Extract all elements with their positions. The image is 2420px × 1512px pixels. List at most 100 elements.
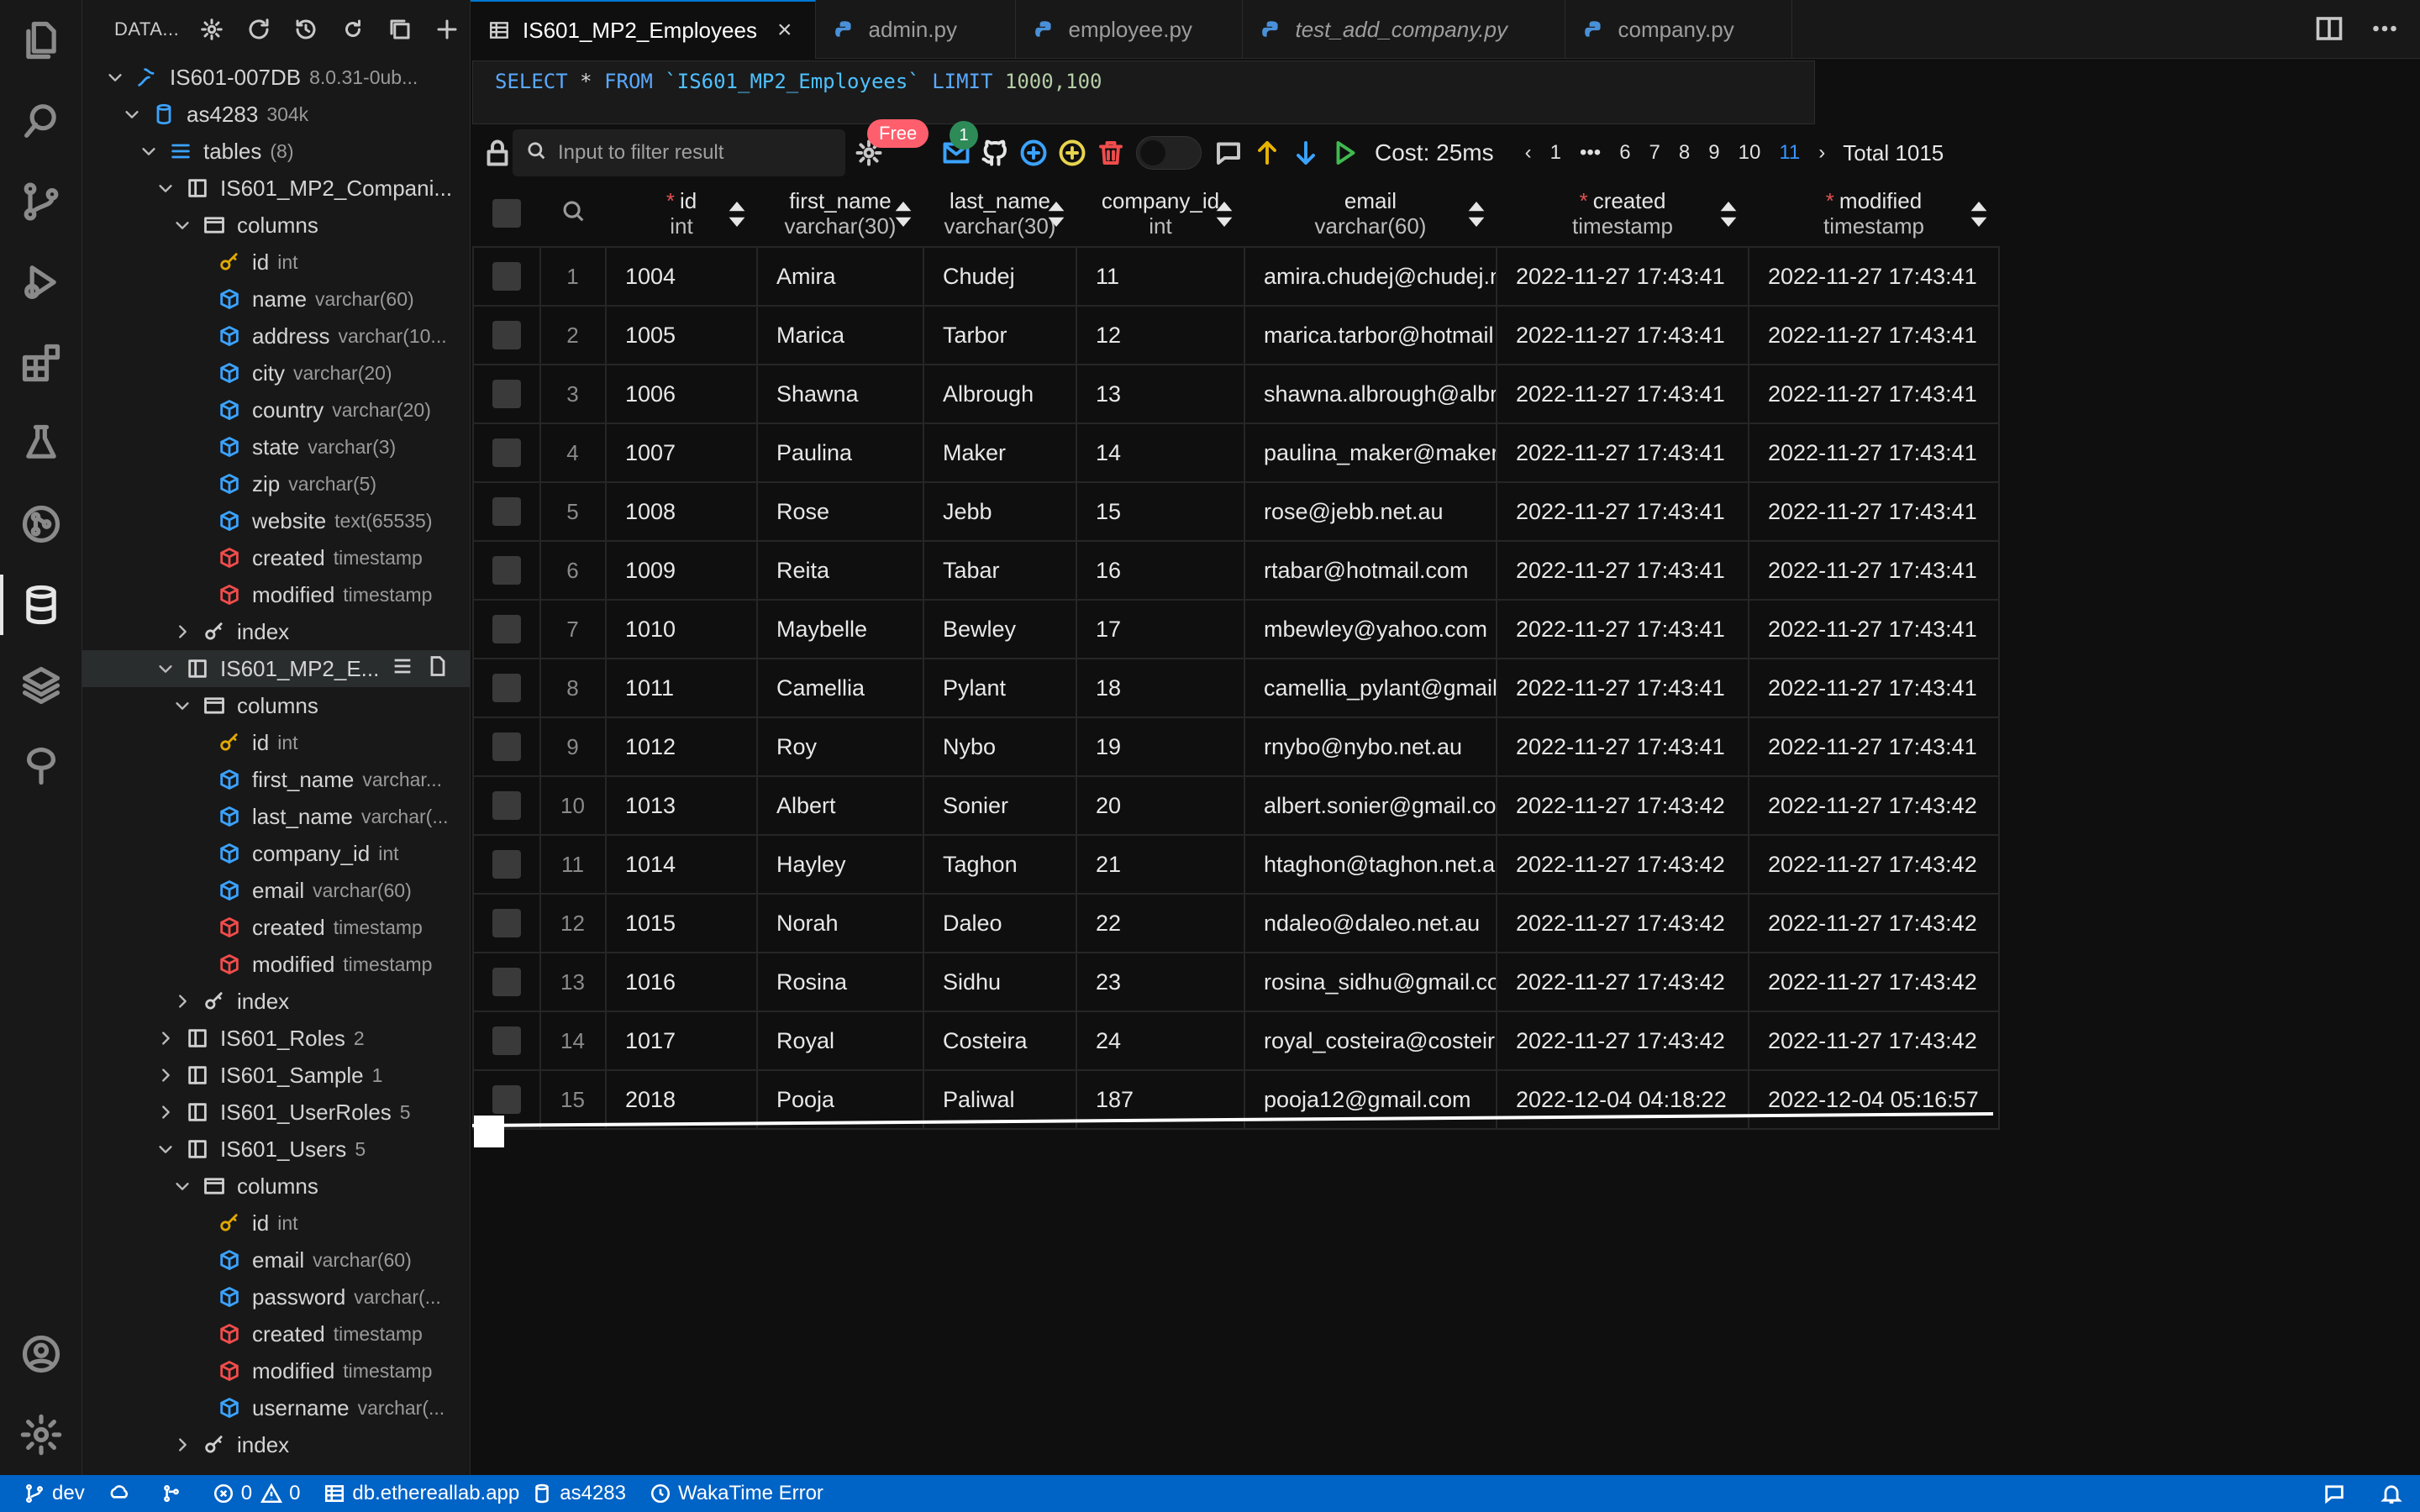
tree-column-created[interactable]: created timestamp [82, 909, 470, 946]
toggle-switch[interactable] [1136, 136, 1202, 170]
cell-email[interactable]: amira.chudej@chudej.n [1244, 246, 1497, 307]
cell-last-name[interactable]: Chudej [923, 246, 1077, 307]
row-checkbox[interactable] [492, 732, 521, 761]
select-all-checkbox[interactable] [492, 198, 521, 228]
tree-tables-group[interactable]: tables (8) [82, 133, 470, 170]
table-row[interactable]: 14 1017 Royal Costeira 24 royal_costeira@cost… [472, 1011, 2000, 1071]
cell-company-id[interactable]: 16 [1076, 540, 1245, 601]
tree-column-email[interactable]: email varchar(60) [82, 1242, 470, 1278]
tree-column-modified[interactable]: modified timestamp [82, 576, 470, 613]
cell-last-name[interactable]: Daleo [923, 893, 1077, 953]
bell-icon[interactable] [2380, 1482, 2403, 1511]
cell-last-name[interactable]: Costeira [923, 1011, 1077, 1071]
cell-id[interactable]: 1013 [605, 775, 758, 836]
page-ellipsis[interactable]: ••• [1580, 141, 1601, 165]
tree-column-modified[interactable]: modified timestamp [82, 1352, 470, 1389]
layers-icon[interactable] [0, 645, 82, 726]
cell-company-id[interactable]: 24 [1076, 1011, 1245, 1071]
cell-first-name[interactable]: Roy [756, 717, 924, 777]
cell-company-id[interactable]: 19 [1076, 717, 1245, 777]
cell-created[interactable]: 2022-11-27 17:43:41 [1496, 540, 1749, 601]
tree-index[interactable]: index [82, 983, 470, 1020]
run-debug-icon[interactable] [0, 242, 82, 323]
cell-modified[interactable]: 2022-11-27 17:43:42 [1748, 1011, 2000, 1071]
history-icon[interactable] [289, 13, 323, 46]
branch-item[interactable]: dev [24, 1482, 85, 1505]
chevron-left-icon[interactable]: ‹ [1525, 141, 1532, 165]
table-row[interactable]: 13 1016 Rosina Sidhu 23 rosina_sidhu@gmail.co… [472, 952, 2000, 1012]
tree-columns-group[interactable]: columns [82, 207, 470, 244]
tree-columns-group[interactable]: columns [82, 687, 470, 724]
tree-column-city[interactable]: city varchar(20) [82, 354, 470, 391]
cell-company-id[interactable]: 12 [1076, 305, 1245, 365]
cell-company-id[interactable]: 15 [1076, 481, 1245, 542]
cell-last-name[interactable]: Sidhu [923, 952, 1077, 1012]
cell-modified[interactable]: 2022-11-27 17:43:42 [1748, 893, 2000, 953]
page-9[interactable]: 9 [1708, 141, 1719, 165]
cell-modified[interactable]: 2022-11-27 17:43:41 [1748, 658, 2000, 718]
cell-created[interactable]: 2022-11-27 17:43:41 [1496, 658, 1749, 718]
tree-column-id[interactable]: id int [82, 244, 470, 281]
cell-id[interactable]: 1006 [605, 364, 758, 424]
sort-icon[interactable] [1216, 202, 1233, 227]
tree-column-id[interactable]: id int [82, 724, 470, 761]
column-header-last_name[interactable]: last_name varchar(30) [923, 180, 1076, 247]
cell-email[interactable]: rose@jebb.net.au [1244, 481, 1497, 542]
sort-icon[interactable] [1468, 202, 1485, 227]
wakatime-item[interactable]: WakaTime Error [650, 1482, 823, 1505]
extensions-icon[interactable] [0, 323, 82, 403]
cell-id[interactable]: 1014 [605, 834, 758, 895]
cell-email[interactable]: ndaleo@daleo.net.au [1244, 893, 1497, 953]
table-row[interactable]: 1 1004 Amira Chudej 11 amira.chudej@chudej.n 2… [472, 246, 2000, 307]
table-row[interactable]: 8 1011 Camellia Pylant 18 camellia_pylant@gma… [472, 658, 2000, 718]
cell-modified[interactable]: 2022-11-27 17:43:41 [1748, 246, 2000, 307]
cell-id[interactable]: 1004 [605, 246, 758, 307]
cell-id[interactable]: 1011 [605, 658, 758, 718]
tree-table-users[interactable]: IS601_Users 5 [82, 1131, 470, 1168]
cell-first-name[interactable]: Rosina [756, 952, 924, 1012]
resize-handle[interactable] [474, 1116, 504, 1147]
cell-first-name[interactable]: Amira [756, 246, 924, 307]
cell-modified[interactable]: 2022-11-27 17:43:41 [1748, 364, 2000, 424]
tree-column-username[interactable]: username varchar(... [82, 1389, 470, 1426]
row-checkbox[interactable] [492, 791, 521, 820]
row-checkbox[interactable] [492, 1026, 521, 1055]
list-icon[interactable] [391, 654, 414, 684]
column-header-modified[interactable]: * modified timestamp [1749, 180, 1999, 247]
cell-created[interactable]: 2022-11-27 17:43:42 [1496, 775, 1749, 836]
cell-last-name[interactable]: Sonier [923, 775, 1077, 836]
search-icon[interactable] [0, 81, 82, 161]
tree-column-password[interactable]: password varchar(... [82, 1278, 470, 1315]
cell-first-name[interactable]: Shawna [756, 364, 924, 424]
insert-row-icon[interactable] [1054, 134, 1091, 171]
arrow-up-icon[interactable] [1249, 134, 1286, 171]
explorer-icon[interactable] [0, 0, 82, 81]
delete-icon[interactable] [1092, 134, 1129, 171]
cell-last-name[interactable]: Tarbor [923, 305, 1077, 365]
cell-company-id[interactable]: 22 [1076, 893, 1245, 953]
tree-icon[interactable] [0, 726, 82, 806]
cell-company-id[interactable]: 18 [1076, 658, 1245, 718]
tree-table-companies[interactable]: IS601_MP2_Compani... [82, 170, 470, 207]
collapse-all-icon[interactable] [383, 13, 417, 46]
cell-company-id[interactable]: 13 [1076, 364, 1245, 424]
cell-modified[interactable]: 2022-11-27 17:43:41 [1748, 540, 2000, 601]
cell-last-name[interactable]: Tabar [923, 540, 1077, 601]
db-host-item[interactable]: db.ethereallab.app [324, 1482, 519, 1505]
table-row[interactable]: 2 1005 Marica Tarbor 12 marica.tarbor@hotmail… [472, 305, 2000, 365]
tree-column-zip[interactable]: zip varchar(5) [82, 465, 470, 502]
cell-created[interactable]: 2022-11-27 17:43:41 [1496, 305, 1749, 365]
tree-column-last_name[interactable]: last_name varchar(... [82, 798, 470, 835]
split-editor-icon[interactable] [2314, 13, 2344, 48]
cell-created[interactable]: 2022-11-27 17:43:41 [1496, 599, 1749, 659]
sort-icon[interactable] [1720, 202, 1737, 227]
cell-last-name[interactable]: Jebb [923, 481, 1077, 542]
table-row[interactable]: 11 1014 Hayley Taghon 21 htaghon@taghon.net.a… [472, 834, 2000, 895]
cell-id[interactable]: 1008 [605, 481, 758, 542]
gear-icon[interactable] [195, 13, 229, 46]
tree-table-item[interactable]: IS601_UserRoles 5 [82, 1094, 470, 1131]
cell-company-id[interactable]: 11 [1076, 246, 1245, 307]
cell-first-name[interactable]: Reita [756, 540, 924, 601]
sort-icon[interactable] [1048, 202, 1065, 227]
row-checkbox[interactable] [492, 497, 521, 526]
